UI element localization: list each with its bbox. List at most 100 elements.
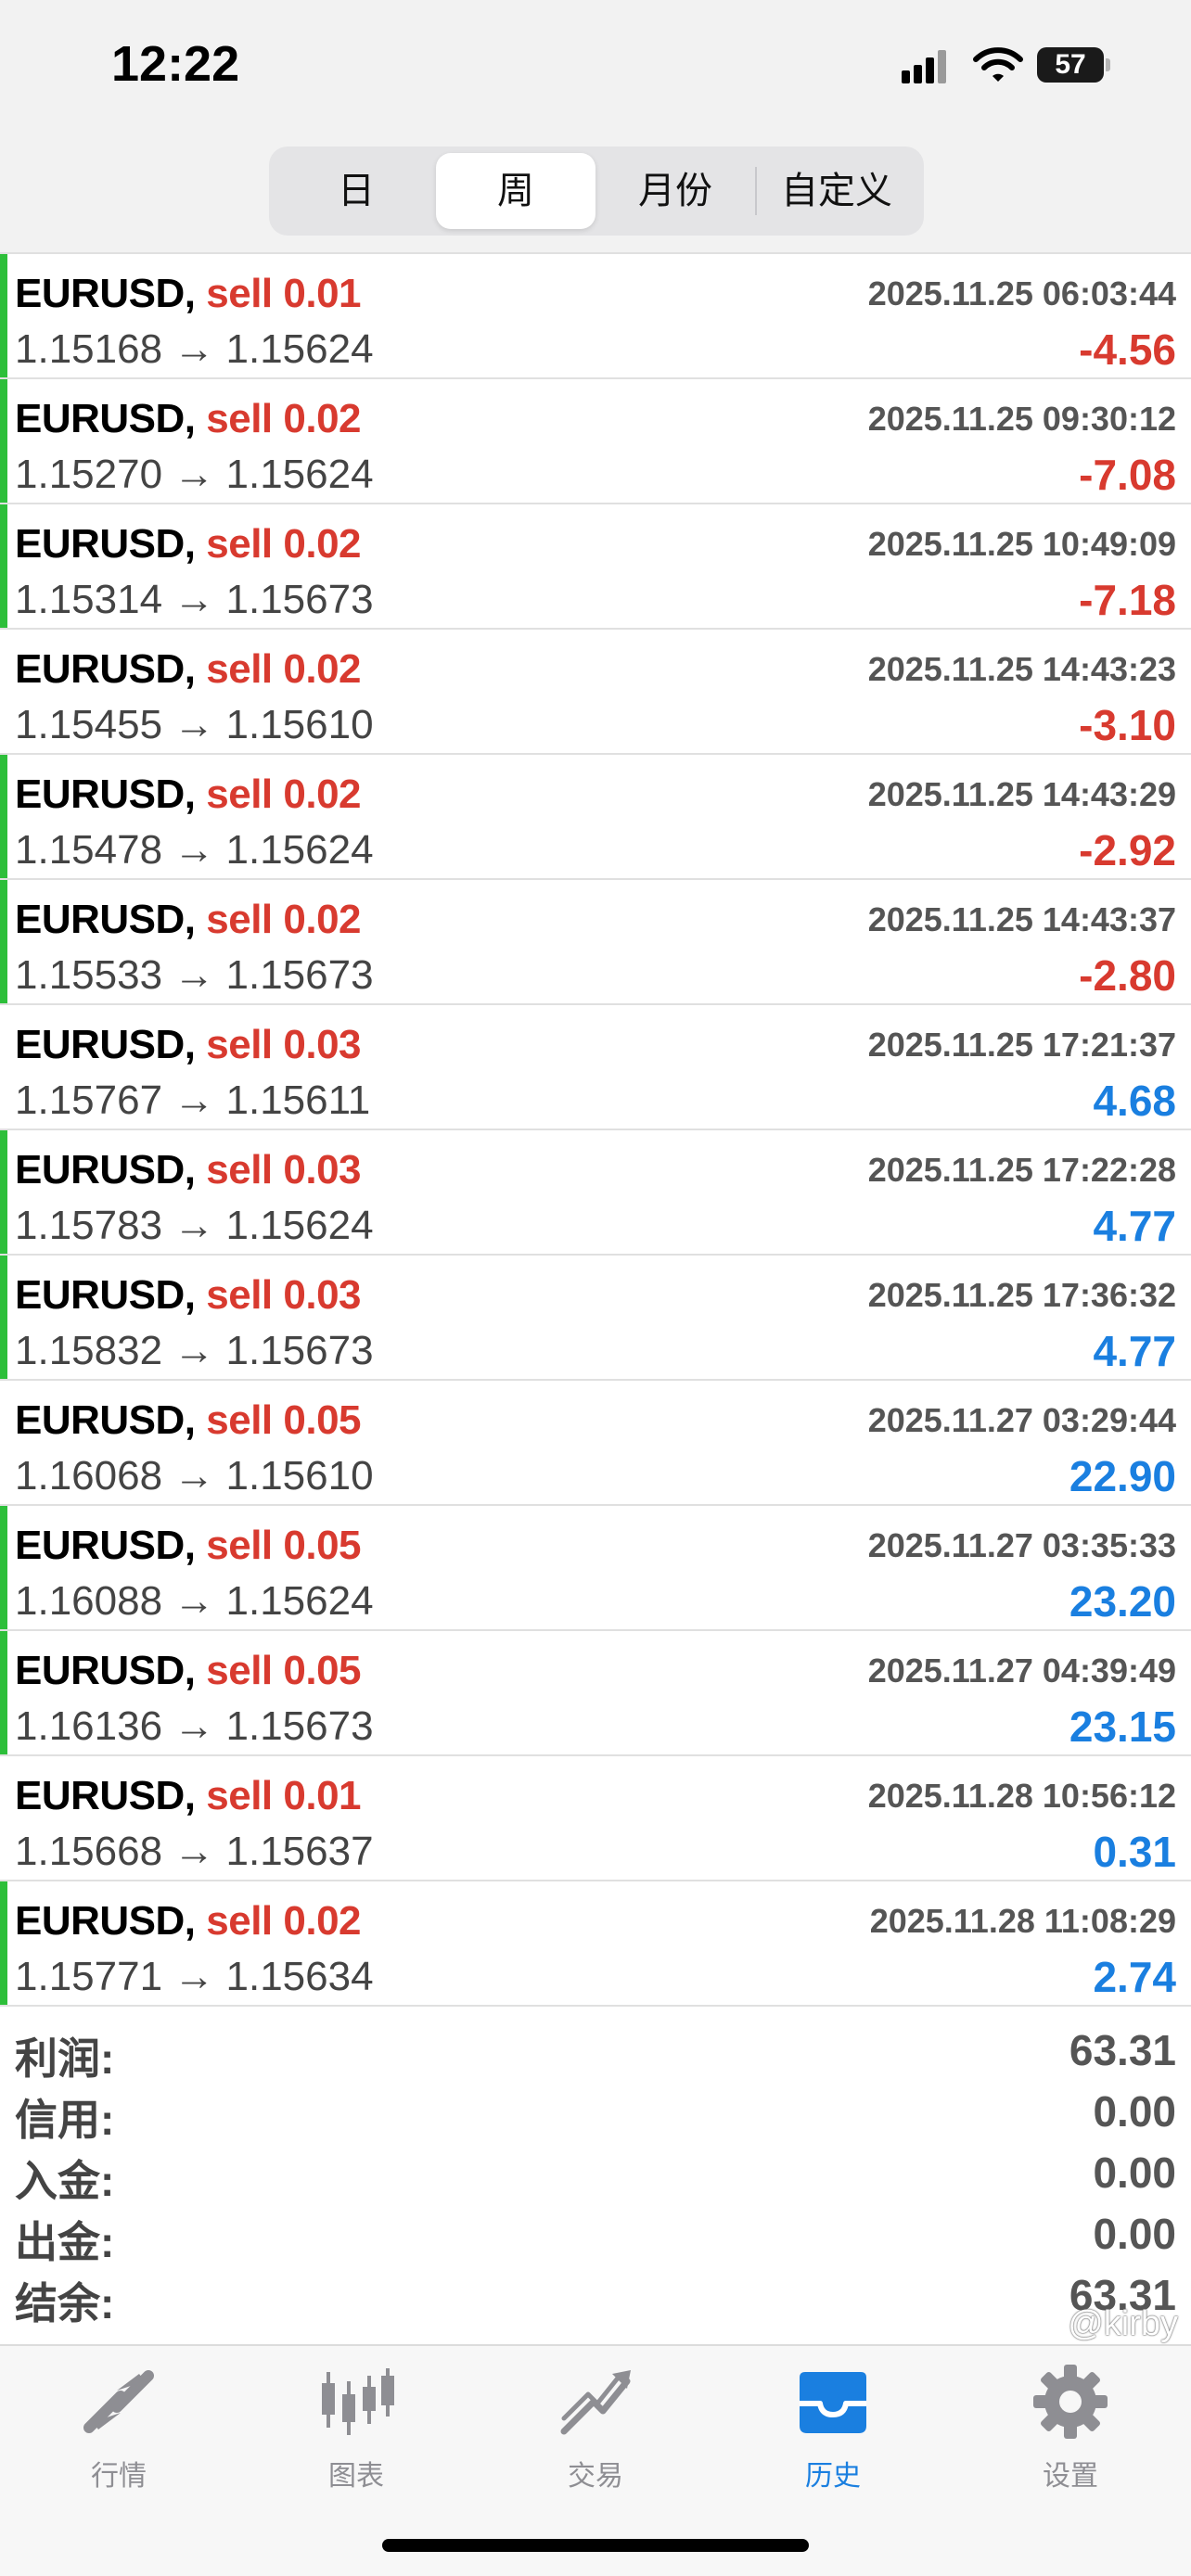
trade-symbol: EURUSD, sell 0.02	[15, 646, 362, 693]
symbol-name: EURUSD,	[15, 1898, 196, 1944]
tab-trade[interactable]: 交易	[521, 2363, 670, 2493]
trade-prices: 1.15767 → 1.15611	[15, 1078, 371, 1123]
trade-row[interactable]: EURUSD, sell 0.03 1.15767 → 1.15611 2025.1…	[0, 1003, 1191, 1129]
period-selector-bar: 日周月份 自定义	[0, 139, 1191, 255]
segment-option[interactable]: 周	[436, 153, 596, 229]
summary-label: 结余:	[15, 2279, 115, 2327]
trade-prices: 1.15771 → 1.15634	[15, 1954, 374, 1999]
tab-quotes[interactable]: 行情	[45, 2363, 193, 2493]
position-marker	[0, 1631, 7, 1754]
trade-row[interactable]: EURUSD, sell 0.01 1.15668 → 1.15637 2025.1…	[0, 1754, 1191, 1880]
trade-profit: 4.77	[1093, 1327, 1176, 1375]
status-bar: 12:22 57	[0, 0, 1191, 139]
symbol-name: EURUSD,	[15, 1523, 196, 1568]
trade-time: 2025.11.27 03:29:44	[867, 1401, 1176, 1439]
trade-side-volume: sell 0.02	[206, 897, 362, 942]
summary-row: 结余: 63.31	[0, 2264, 1191, 2327]
trade-side-volume: sell 0.03	[206, 1272, 362, 1318]
trade-prices: 1.16068 → 1.15610	[15, 1453, 374, 1498]
trade-symbol: EURUSD, sell 0.05	[15, 1523, 362, 1569]
summary-value: 63.31	[1069, 2026, 1176, 2074]
battery-icon: 57	[1037, 47, 1110, 83]
trade-symbol: EURUSD, sell 0.02	[15, 521, 362, 567]
symbol-name: EURUSD,	[15, 646, 196, 692]
account-summary: 利润: 63.31 信用: 0.00 入金: 0.00 出金: 0.00 结余: 63.31	[0, 2020, 1191, 2327]
symbol-name: EURUSD,	[15, 772, 196, 817]
tab-settings[interactable]: 设置	[996, 2363, 1145, 2493]
trade-profit: 4.68	[1093, 1077, 1176, 1125]
trade-symbol: EURUSD, sell 0.02	[15, 897, 362, 943]
trade-prices: 1.15168 → 1.15624	[15, 326, 374, 372]
tab-label: 交易	[568, 2461, 623, 2492]
trade-side-volume: sell 0.02	[206, 772, 362, 817]
trade-profit: -2.80	[1079, 951, 1176, 1000]
trade-row[interactable]: EURUSD, sell 0.02 1.15478 → 1.15624 2025.1…	[0, 753, 1191, 878]
trade-row[interactable]: EURUSD, sell 0.03 1.15832 → 1.15673 2025.1…	[0, 1254, 1191, 1379]
trade-trend-icon	[560, 2370, 631, 2435]
trade-side-volume: sell 0.05	[206, 1397, 362, 1443]
position-marker	[0, 755, 7, 878]
summary-value: 0.00	[1093, 2149, 1176, 2197]
trade-prices: 1.15668 → 1.15637	[15, 1829, 374, 1874]
trade-side-volume: sell 0.01	[206, 1773, 362, 1818]
wifi-icon	[973, 47, 1023, 82]
trade-side-volume: sell 0.02	[206, 521, 362, 567]
trade-symbol: EURUSD, sell 0.01	[15, 271, 362, 317]
symbol-name: EURUSD,	[15, 1272, 196, 1318]
tab-charts[interactable]: 图表	[282, 2363, 430, 2493]
position-marker	[0, 1256, 7, 1379]
symbol-name: EURUSD,	[15, 521, 196, 567]
trade-side-volume: sell 0.05	[206, 1648, 362, 1693]
trade-profit: -2.92	[1079, 826, 1176, 874]
trade-row[interactable]: EURUSD, sell 0.02 1.15771 → 1.15634 2025.1…	[0, 1880, 1191, 2005]
tab-label: 图表	[328, 2461, 384, 2492]
summary-row: 利润: 63.31	[0, 2020, 1191, 2083]
trade-time: 2025.11.28 11:08:29	[869, 1902, 1176, 1940]
symbol-name: EURUSD,	[15, 897, 196, 942]
list-divider	[0, 2005, 1191, 2007]
trade-profit: -7.18	[1079, 576, 1176, 624]
trade-prices: 1.15478 → 1.15624	[15, 827, 374, 873]
summary-row: 出金: 0.00	[0, 2203, 1191, 2266]
position-marker	[0, 1881, 7, 2005]
segment-option[interactable]: 自定义	[757, 153, 916, 229]
trade-row[interactable]: EURUSD, sell 0.02 1.15314 → 1.15673 2025.1…	[0, 503, 1191, 628]
trade-prices: 1.15832 → 1.15673	[15, 1328, 374, 1373]
trade-symbol: EURUSD, sell 0.03	[15, 1147, 362, 1193]
trade-row[interactable]: EURUSD, sell 0.01 1.15168 → 1.15624 2025.1…	[0, 252, 1191, 377]
segment-option[interactable]: 月份	[596, 153, 755, 229]
tab-history[interactable]: 历史	[759, 2363, 907, 2493]
trade-side-volume: sell 0.02	[206, 646, 362, 692]
symbol-name: EURUSD,	[15, 396, 196, 441]
trade-row[interactable]: EURUSD, sell 0.02 1.15270 → 1.15624 2025.1…	[0, 377, 1191, 503]
trade-symbol: EURUSD, sell 0.01	[15, 1773, 362, 1819]
trade-prices: 1.15270 → 1.15624	[15, 452, 374, 497]
home-indicator[interactable]	[382, 2539, 809, 2552]
candlestick-chart-icon	[322, 2368, 394, 2435]
trade-row[interactable]: EURUSD, sell 0.02 1.15533 → 1.15673 2025.1…	[0, 878, 1191, 1003]
trade-row[interactable]: EURUSD, sell 0.05 1.16088 → 1.15624 2025.1…	[0, 1504, 1191, 1629]
trade-row[interactable]: EURUSD, sell 0.03 1.15783 → 1.15624 2025.1…	[0, 1129, 1191, 1254]
trade-profit: 2.74	[1093, 1953, 1176, 2001]
trade-symbol: EURUSD, sell 0.05	[15, 1397, 362, 1444]
segment-option[interactable]: 日	[276, 153, 436, 229]
history-inbox-icon	[800, 2372, 866, 2433]
trade-symbol: EURUSD, sell 0.05	[15, 1648, 362, 1694]
trade-time: 2025.11.25 14:43:37	[867, 900, 1176, 938]
trade-side-volume: sell 0.03	[206, 1147, 362, 1192]
summary-value: 0.00	[1093, 2087, 1176, 2136]
summary-row: 入金: 0.00	[0, 2142, 1191, 2205]
cellular-signal-icon	[902, 48, 950, 83]
trade-symbol: EURUSD, sell 0.02	[15, 396, 362, 442]
trade-prices: 1.16088 → 1.15624	[15, 1578, 374, 1624]
tab-label: 设置	[1043, 2461, 1098, 2492]
trade-row[interactable]: EURUSD, sell 0.05 1.16068 → 1.15610 2025.1…	[0, 1379, 1191, 1504]
trade-prices: 1.15533 → 1.15673	[15, 952, 374, 998]
trade-symbol: EURUSD, sell 0.03	[15, 1272, 362, 1319]
position-marker	[0, 254, 7, 377]
trade-row[interactable]: EURUSD, sell 0.02 1.15455 → 1.15610 2025.1…	[0, 628, 1191, 753]
trade-row[interactable]: EURUSD, sell 0.05 1.16136 → 1.15673 2025.1…	[0, 1629, 1191, 1754]
trade-profit: -4.56	[1079, 325, 1176, 374]
settings-gear-icon	[1033, 2365, 1108, 2439]
trade-time: 2025.11.25 17:36:32	[867, 1276, 1176, 1314]
